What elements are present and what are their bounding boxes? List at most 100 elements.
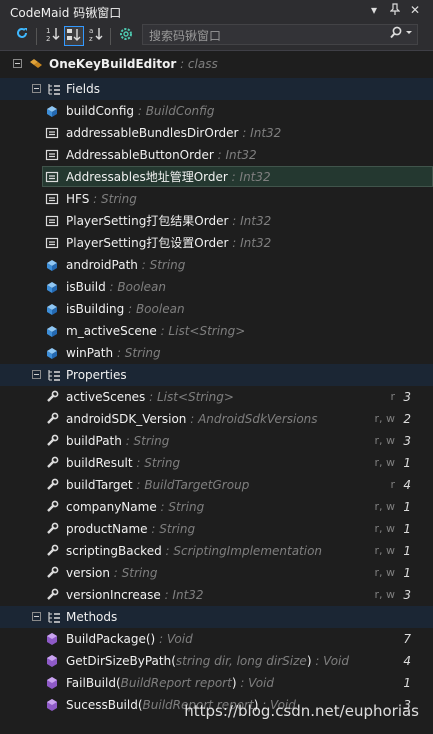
method-icon: [45, 632, 59, 646]
property-name: versionIncrease: [66, 588, 161, 602]
field-item[interactable]: PlayerSetting打包结果Order : Int32: [0, 210, 433, 232]
property-type: : String: [136, 456, 181, 470]
property-type: : String: [125, 434, 170, 448]
field-icon: [45, 346, 59, 360]
property-name: productName: [66, 522, 148, 536]
const-icon: [45, 236, 59, 250]
field-item[interactable]: PlayerSetting打包设置Order : Int32: [0, 232, 433, 254]
field-icon: [45, 324, 59, 338]
const-icon: [45, 214, 59, 228]
property-item[interactable]: buildResult : String r, w 1: [0, 452, 433, 474]
group-label: Methods: [66, 610, 118, 624]
method-type: : Void: [315, 654, 349, 668]
refresh-button[interactable]: [12, 26, 32, 46]
group-icon: [47, 82, 61, 96]
svg-text:2: 2: [46, 35, 50, 42]
tree-root[interactable]: OneKeyBuildEditor : class: [0, 52, 433, 76]
property-item[interactable]: activeScenes : List<String> r 3: [0, 386, 433, 408]
field-icon: [45, 104, 59, 118]
reference-count: 1: [403, 500, 411, 514]
reference-count: 1: [403, 544, 411, 558]
property-item[interactable]: productName : String r, w 1: [0, 518, 433, 540]
field-type: : Int32: [217, 148, 257, 162]
close-button[interactable]: ✕: [408, 3, 422, 17]
property-name: androidSDK_Version: [66, 412, 187, 426]
property-item[interactable]: buildPath : String r, w 3: [0, 430, 433, 452]
class-name: OneKeyBuildEditor: [49, 57, 177, 71]
property-icon: [45, 390, 59, 404]
property-name: buildResult: [66, 456, 133, 470]
svg-text:1: 1: [46, 27, 50, 35]
property-item[interactable]: androidSDK_Version : AndroidSdkVersions r…: [0, 408, 433, 430]
property-type: : AndroidSdkVersions: [190, 412, 318, 426]
search-button[interactable]: [377, 26, 413, 43]
field-item[interactable]: isBuild : Boolean: [0, 276, 433, 298]
toolbar-separator: [36, 28, 37, 45]
access-indicator: r: [390, 478, 395, 491]
reference-count: 4: [403, 654, 411, 668]
group-properties[interactable]: Properties: [0, 364, 433, 386]
field-type: : BuildConfig: [137, 104, 215, 118]
property-icon: [45, 566, 59, 580]
property-name: companyName: [66, 500, 157, 514]
sort-file-button[interactable]: az: [86, 26, 106, 46]
dropdown-arrow-icon[interactable]: ▾: [367, 3, 381, 17]
pin-button[interactable]: [388, 3, 402, 18]
field-type: : Int32: [232, 214, 272, 228]
method-close-paren: ): [306, 654, 312, 668]
field-item[interactable]: addressableBundlesDirOrder : Int32: [0, 122, 433, 144]
property-name: activeScenes: [66, 390, 146, 404]
method-name: SucessBuild(: [66, 698, 143, 712]
field-name: PlayerSetting打包结果Order: [66, 214, 229, 228]
access-indicator: r, w: [374, 566, 395, 579]
method-name: FailBuild(: [66, 676, 121, 690]
field-name: isBuild: [66, 280, 106, 294]
property-type: : ScriptingImplementation: [165, 544, 323, 558]
sort-alpha-button[interactable]: 12: [43, 26, 63, 46]
method-item[interactable]: GetDirSizeByPath(string dir, long dirSiz…: [0, 650, 433, 672]
method-item[interactable]: FailBuild(BuildReport report) : Void 1: [0, 672, 433, 694]
property-item[interactable]: version : String r, w 1: [0, 562, 433, 584]
access-indicator: r, w: [374, 456, 395, 469]
settings-button[interactable]: [116, 26, 136, 46]
access-indicator: r, w: [374, 588, 395, 601]
field-type: : Int32: [231, 170, 271, 184]
group-methods[interactable]: Methods: [0, 606, 433, 628]
field-name: isBuilding: [66, 302, 125, 316]
sort-type-button[interactable]: [64, 26, 84, 46]
property-item[interactable]: buildTarget : BuildTargetGroup r 4: [0, 474, 433, 496]
property-item[interactable]: versionIncrease : Int32 r, w 3: [0, 584, 433, 606]
collapse-icon[interactable]: [32, 612, 41, 621]
field-item[interactable]: m_activeScene : List<String>: [0, 320, 433, 342]
property-item[interactable]: companyName : String r, w 1: [0, 496, 433, 518]
field-item[interactable]: buildConfig : BuildConfig: [0, 100, 433, 122]
field-type: : Int32: [232, 236, 272, 250]
collapse-icon[interactable]: [13, 59, 22, 68]
reference-count: 7: [403, 632, 411, 646]
property-icon: [45, 456, 59, 470]
field-item[interactable]: winPath : String: [0, 342, 433, 364]
property-icon: [45, 522, 59, 536]
group-fields[interactable]: Fields: [0, 78, 433, 100]
property-name: buildTarget: [66, 478, 133, 492]
access-indicator: r, w: [374, 412, 395, 425]
field-name: buildConfig: [66, 104, 135, 118]
class-icon: [29, 57, 43, 71]
field-type: : String: [141, 258, 186, 272]
field-item[interactable]: isBuilding : Boolean: [0, 298, 433, 320]
property-item[interactable]: scriptingBacked : ScriptingImplementatio…: [0, 540, 433, 562]
field-item[interactable]: AddressableButtonOrder : Int32: [0, 144, 433, 166]
method-item[interactable]: BuildPackage() : Void 7: [0, 628, 433, 650]
field-item[interactable]: HFS : String: [0, 188, 433, 210]
search-box[interactable]: [142, 24, 418, 45]
gear-icon: [120, 28, 132, 40]
search-input[interactable]: [147, 26, 387, 45]
field-item[interactable]: Addressables地址管理Order : Int32: [0, 166, 433, 188]
watermark: https://blog.csdn.net/euphorias: [184, 702, 419, 720]
const-icon: [45, 192, 59, 206]
property-type: : BuildTargetGroup: [136, 478, 250, 492]
collapse-icon[interactable]: [32, 84, 41, 93]
method-icon: [45, 698, 59, 712]
collapse-icon[interactable]: [32, 370, 41, 379]
field-item[interactable]: androidPath : String: [0, 254, 433, 276]
